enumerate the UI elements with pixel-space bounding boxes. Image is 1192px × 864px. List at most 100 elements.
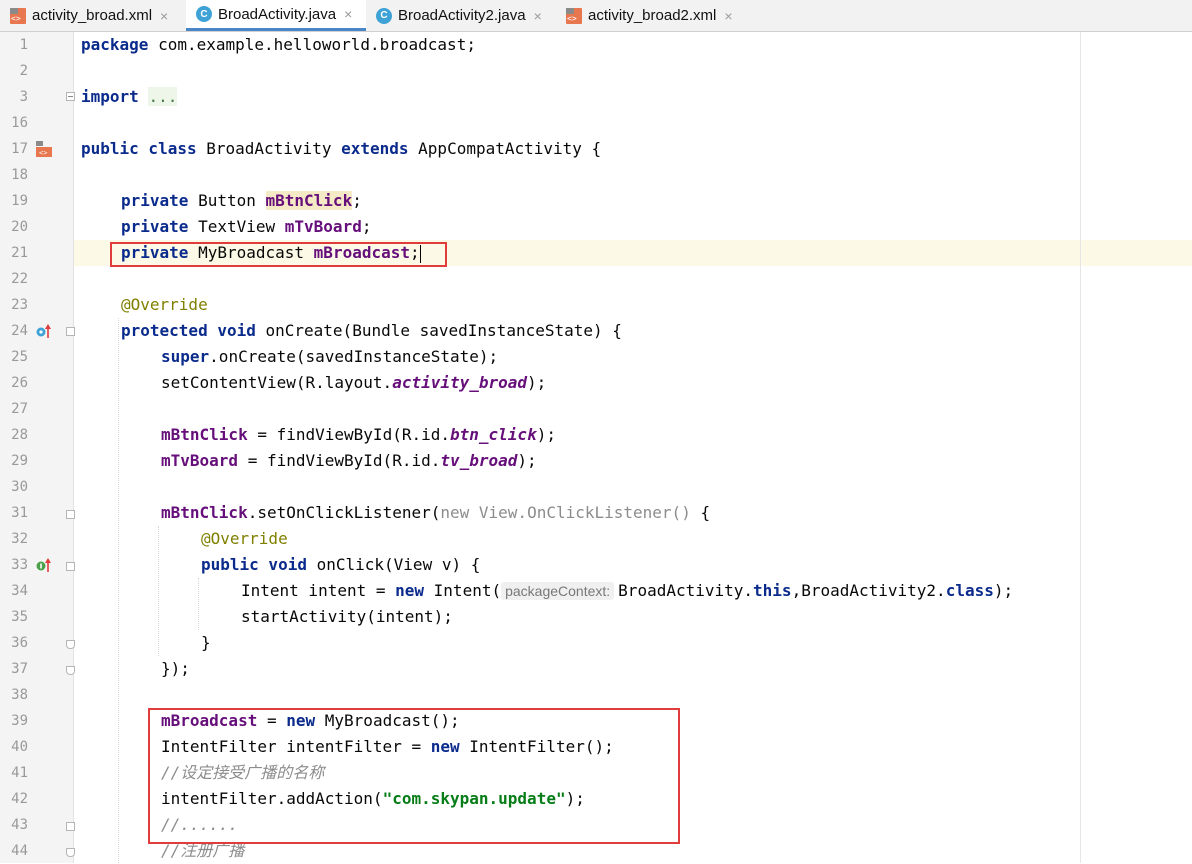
tab-broadactivity-java[interactable]: C BroadActivity.java ×: [186, 0, 366, 31]
code-text: com.example.helloworld.broadcast;: [148, 35, 476, 54]
line-number: 27: [11, 401, 28, 417]
keyword: private: [121, 217, 189, 236]
code-line-29: mTvBoard = findViewById(R.id.tv_broad);: [161, 448, 537, 474]
dimmed-keyword: new: [440, 503, 470, 522]
close-icon[interactable]: ×: [344, 6, 352, 22]
fold-end-icon[interactable]: [66, 666, 75, 675]
editor-tab-bar: <> activity_broad.xml × C BroadActivity.…: [0, 0, 1192, 32]
code-line-32: @Override: [201, 526, 288, 552]
static-field: btn_click: [450, 425, 537, 444]
code-line-31: mBtnClick.setOnClickListener(new View.On…: [161, 500, 710, 526]
line-number: 32: [11, 531, 28, 547]
line-number: 21: [11, 245, 28, 261]
code-line-37: });: [161, 656, 190, 682]
field-name: mTvBoard: [161, 451, 239, 470]
line-number: 25: [11, 349, 28, 365]
svg-text:<>: <>: [39, 149, 47, 157]
parameter-hint: packageContext:: [501, 582, 615, 600]
code-text: );: [536, 425, 556, 444]
code-text: ;: [352, 191, 362, 210]
line-number: 37: [11, 661, 28, 677]
code-line-35: startActivity(intent);: [241, 604, 453, 630]
code-text: ;: [361, 217, 372, 236]
field-name: mBtnClick: [265, 191, 353, 210]
code-line-19: private Button mBtnClick;: [121, 188, 362, 214]
line-number: 36: [11, 635, 28, 651]
highlight-box-field: [110, 242, 447, 267]
tab-activity-broad2-xml[interactable]: <> activity_broad2.xml ×: [566, 0, 756, 31]
collapsed-imports[interactable]: ...: [148, 87, 178, 106]
line-number: 33: [11, 557, 28, 573]
code-text: onCreate(Bundle savedInstanceState) {: [255, 321, 622, 340]
code-text: Button: [188, 191, 266, 210]
override-method-icon[interactable]: [36, 323, 52, 339]
keyword: protected void: [121, 321, 256, 340]
line-number: 34: [11, 583, 28, 599]
keyword: extends: [341, 139, 409, 158]
annotation: @Override: [201, 529, 288, 548]
line-number: 23: [11, 297, 28, 313]
keyword: public class: [81, 139, 197, 158]
keyword: super: [161, 347, 210, 366]
line-number: 24: [11, 323, 28, 339]
code-text: = findViewById(R.id.: [238, 451, 441, 470]
static-field: activity_broad: [392, 373, 528, 392]
line-number: 16: [11, 115, 28, 131]
line-number: 2: [19, 63, 28, 79]
code-text: AppCompatActivity {: [408, 139, 602, 158]
annotation: @Override: [121, 295, 208, 314]
line-number: 22: [11, 271, 28, 287]
close-icon[interactable]: ×: [534, 8, 542, 24]
code-text: BroadActivity: [196, 139, 342, 158]
tab-activity-broad-xml[interactable]: <> activity_broad.xml ×: [10, 0, 186, 31]
xml-file-icon: <>: [10, 7, 26, 24]
close-icon[interactable]: ×: [160, 8, 168, 24]
code-text: });: [161, 659, 190, 678]
xml-file-icon: <>: [566, 7, 582, 24]
keyword: package: [81, 35, 149, 54]
fold-end-icon[interactable]: [66, 848, 75, 857]
line-number: 28: [11, 427, 28, 443]
line-number: 3: [19, 89, 28, 105]
keyword: import: [81, 87, 139, 106]
code-line-25: super.onCreate(savedInstanceState);: [161, 344, 498, 370]
right-margin-guide: [1080, 32, 1081, 863]
static-field: tv_broad: [440, 451, 518, 470]
code-line-24: protected void onCreate(Bundle savedInst…: [121, 318, 622, 344]
line-number: 1: [19, 37, 28, 53]
fold-collapse-icon[interactable]: [66, 822, 75, 831]
keyword: public void: [201, 555, 307, 574]
highlight-box-intentfilter: [148, 708, 680, 844]
code-text: );: [517, 451, 537, 470]
code-line-23: @Override: [121, 292, 208, 318]
close-icon[interactable]: ×: [724, 8, 732, 24]
line-number: 41: [11, 765, 28, 781]
code-line-34: Intent intent = new Intent(packageContex…: [241, 578, 1013, 604]
implement-method-icon[interactable]: [36, 557, 52, 573]
keyword: this: [753, 581, 792, 600]
line-number: 30: [11, 479, 28, 495]
tab-label: BroadActivity2.java: [398, 7, 526, 24]
class-layout-icon[interactable]: <>: [36, 141, 52, 157]
code-text: );: [527, 373, 547, 392]
code-text: startActivity(intent);: [241, 607, 453, 626]
line-number: 44: [11, 843, 28, 859]
fold-end-icon[interactable]: [66, 640, 75, 649]
fold-collapse-icon[interactable]: [66, 327, 75, 336]
fold-collapse-icon[interactable]: [66, 510, 75, 519]
code-text: = findViewById(R.id.: [247, 425, 450, 444]
code-text: );: [993, 581, 1014, 600]
code-line-20: private TextView mTvBoard;: [121, 214, 371, 240]
line-number: 18: [11, 167, 28, 183]
tab-broadactivity2-java[interactable]: C BroadActivity2.java ×: [376, 0, 556, 31]
keyword: class: [945, 581, 994, 600]
fold-collapse-icon[interactable]: [66, 562, 75, 571]
line-number: 26: [11, 375, 28, 391]
java-class-icon: C: [376, 7, 392, 24]
tab-label: BroadActivity.java: [218, 5, 337, 23]
fold-expand-icon[interactable]: [66, 92, 75, 101]
code-line-1: package com.example.helloworld.broadcast…: [81, 32, 476, 58]
code-text: BroadActivity.: [618, 581, 754, 600]
field-name: mBtnClick: [161, 503, 248, 522]
code-text: {: [690, 503, 711, 522]
